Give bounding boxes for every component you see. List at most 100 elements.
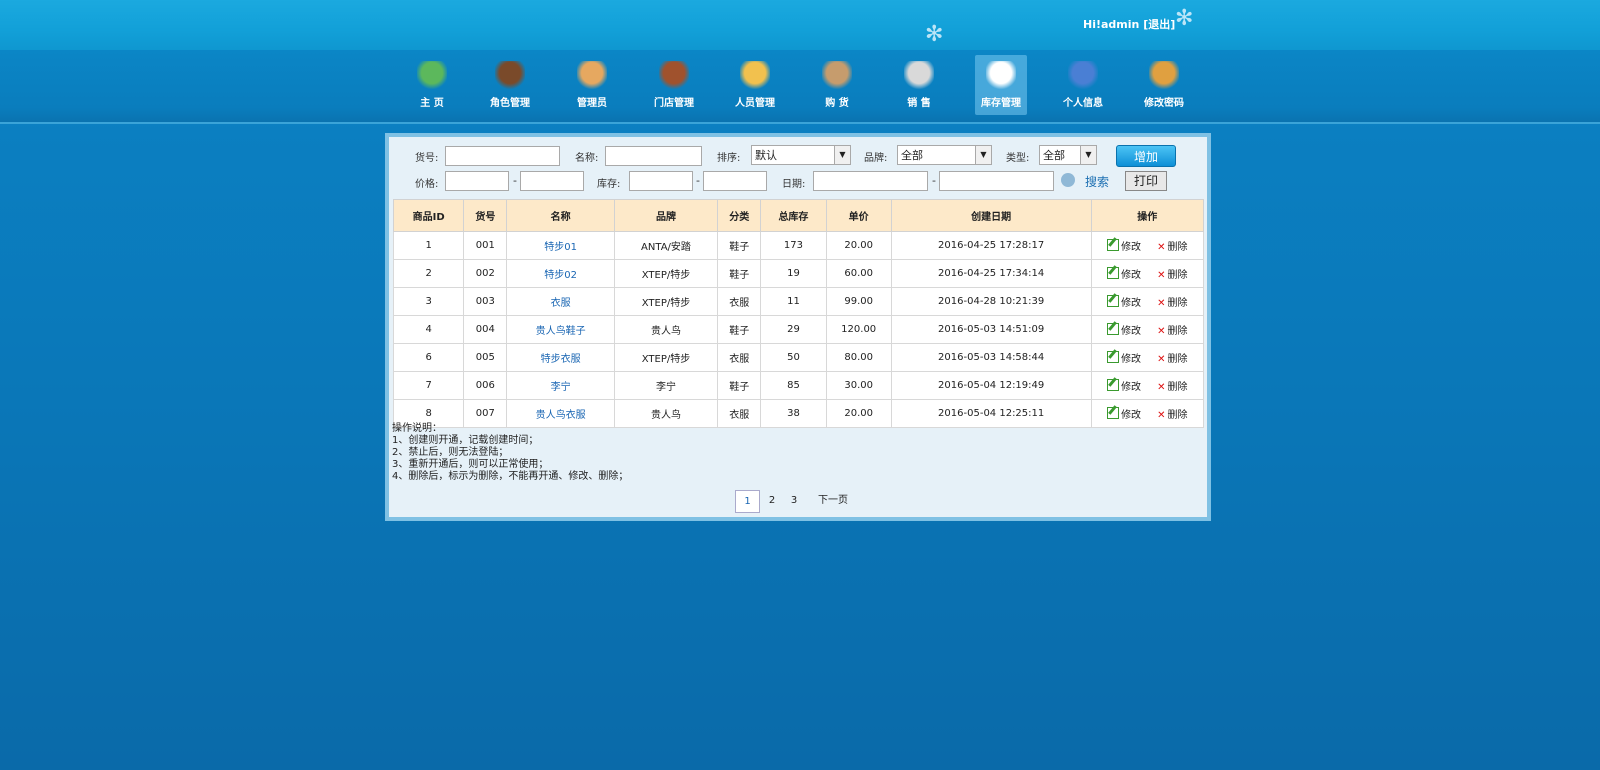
price-min-input[interactable] [445, 171, 509, 191]
sort-select[interactable]: 默认 ▼ [751, 145, 851, 165]
logout-link[interactable]: [退出] [1143, 18, 1175, 31]
edit-button[interactable]: 修改 [1107, 378, 1141, 393]
next-page-link[interactable]: 下一页 [813, 490, 853, 511]
nav-item-3[interactable]: 门店管理 [648, 55, 700, 115]
cell-brand: XTEP/特步 [613, 287, 719, 316]
product-name-link[interactable]: 特步02 [506, 259, 615, 288]
range-dash: - [932, 174, 936, 187]
name-input[interactable] [605, 146, 702, 166]
cell-stock: 173 [760, 231, 827, 260]
delete-button[interactable]: ✕ 删除 [1157, 406, 1187, 421]
brand-select[interactable]: 全部 ▼ [897, 145, 992, 165]
search-button[interactable]: 搜索 [1059, 171, 1115, 191]
page-3-link[interactable]: 3 [787, 490, 801, 511]
delete-x-icon: ✕ [1157, 298, 1166, 309]
table-row: 6 005 特步衣服 XTEP/特步 衣服 50 80.00 2016-05-03 14:58… [392, 343, 1205, 372]
nav-item-label: 门店管理 [654, 98, 694, 109]
dandelion-decoration-icon: ✻ [1175, 6, 1194, 31]
table-row: 7 006 李宁 李宁 鞋子 85 30.00 2016-05-04 12:19:49 修改 ✕ 删… [392, 371, 1205, 400]
print-button[interactable]: 打印 [1125, 171, 1167, 191]
table-row: 3 003 衣服 XTEP/特步 衣服 11 99.00 2016-04-28 10:21:3… [392, 287, 1205, 316]
cell-category: 衣服 [717, 287, 762, 316]
edit-button[interactable]: 修改 [1107, 406, 1141, 421]
pagination: 1 2 3 下一页 [735, 490, 895, 513]
edit-label: 修改 [1121, 382, 1142, 393]
cell-created: 2016-05-04 12:25:11 [890, 399, 1092, 428]
nav-item-6[interactable]: 销 售 [893, 55, 945, 115]
search-icon [1061, 173, 1075, 187]
edit-button[interactable]: 修改 [1107, 238, 1141, 253]
sku-input[interactable] [445, 146, 560, 166]
dandelion-decoration-icon: ✻ [925, 22, 944, 47]
product-name-link[interactable]: 特步衣服 [506, 343, 615, 372]
cell-actions: 修改 ✕ 删除 [1090, 371, 1205, 400]
edit-label: 修改 [1121, 326, 1142, 337]
edit-label: 修改 [1121, 270, 1142, 281]
delete-button[interactable]: ✕ 删除 [1157, 238, 1187, 253]
nav-item-1[interactable]: 角色管理 [484, 55, 536, 115]
cell-id: 1 [392, 231, 465, 260]
delete-button[interactable]: ✕ 删除 [1157, 294, 1187, 309]
add-button[interactable]: 增加 [1116, 145, 1176, 167]
nav-item-8[interactable]: 个人信息 [1057, 55, 1109, 115]
nav-item-0[interactable]: 主 页 [406, 55, 458, 115]
change-password-lock-icon [1149, 61, 1179, 91]
date-end-input[interactable] [939, 171, 1054, 191]
delete-button[interactable]: ✕ 删除 [1157, 266, 1187, 281]
main-nav: 主 页 角色管理 管理员 门店管理 人员管理 购 货 销 售 库存管理 个人信息 修改密码 [0, 50, 1600, 124]
edit-button[interactable]: 修改 [1107, 294, 1141, 309]
delete-button[interactable]: ✕ 删除 [1157, 378, 1187, 393]
edit-button[interactable]: 修改 [1107, 350, 1141, 365]
page-1-link[interactable]: 1 [735, 490, 760, 513]
product-name-link[interactable]: 衣服 [506, 287, 615, 316]
nav-item-label: 角色管理 [490, 98, 530, 109]
nav-item-label: 人员管理 [735, 98, 775, 109]
edit-icon [1107, 351, 1120, 363]
edit-label: 修改 [1121, 242, 1142, 253]
cell-price: 20.00 [825, 231, 892, 260]
home-icon [417, 61, 447, 91]
stock-max-input[interactable] [703, 171, 767, 191]
cell-category: 鞋子 [717, 371, 762, 400]
edit-button[interactable]: 修改 [1107, 322, 1141, 337]
column-header: 操作 [1090, 199, 1205, 232]
cell-brand: XTEP/特步 [613, 259, 719, 288]
cell-id: 4 [392, 315, 465, 344]
edit-button[interactable]: 修改 [1107, 266, 1141, 281]
cell-stock: 11 [760, 287, 827, 316]
page-2-link[interactable]: 2 [765, 490, 779, 511]
cell-price: 60.00 [825, 259, 892, 288]
product-name-link[interactable]: 特步01 [506, 231, 615, 260]
column-header: 商品ID [392, 199, 465, 232]
price-max-input[interactable] [520, 171, 584, 191]
nav-item-4[interactable]: 人员管理 [729, 55, 781, 115]
table-row: 2 002 特步02 XTEP/特步 鞋子 19 60.00 2016-04-25 17:34… [392, 259, 1205, 288]
nav-item-7[interactable]: 库存管理 [975, 55, 1027, 115]
username-label: Hi!admin [1083, 18, 1140, 31]
note-line: 1、创建则开通，记载创建时间； [392, 435, 539, 446]
date-label: 日期: [782, 179, 806, 190]
delete-button[interactable]: ✕ 删除 [1157, 350, 1187, 365]
user-greeting: Hi!admin [退出] [1083, 16, 1175, 32]
cell-actions: 修改 ✕ 删除 [1090, 287, 1205, 316]
cell-id: 2 [392, 259, 465, 288]
table-row: 1 001 特步01 ANTA/安踏 鞋子 173 20.00 2016-04-25 17:2… [392, 231, 1205, 260]
nav-item-5[interactable]: 购 货 [811, 55, 863, 115]
inventory-table: 商品ID 货号 名称 品牌 分类 总库存 单价 创建日期 操作 1 001 特步01 ANTA/安踏鞋… [392, 199, 1205, 428]
note-line: 4、删除后，标示为删除，不能再开通、修改、删除； [392, 471, 629, 482]
stock-min-input[interactable] [629, 171, 693, 191]
date-start-input[interactable] [813, 171, 928, 191]
cell-stock: 29 [760, 315, 827, 344]
nav-item-9[interactable]: 修改密码 [1138, 55, 1190, 115]
type-select[interactable]: 全部 ▼ [1039, 145, 1097, 165]
delete-label: 删除 [1167, 298, 1188, 309]
nav-item-2[interactable]: 管理员 [566, 55, 618, 115]
product-name-link[interactable]: 贵人鸟鞋子 [506, 315, 615, 344]
delete-button[interactable]: ✕ 删除 [1157, 322, 1187, 337]
cell-sku: 001 [463, 231, 508, 260]
nav-item-label: 主 页 [420, 98, 444, 109]
cell-created: 2016-04-25 17:28:17 [890, 231, 1092, 260]
product-name-link[interactable]: 李宁 [506, 371, 615, 400]
cell-created: 2016-04-28 10:21:39 [890, 287, 1092, 316]
cell-brand: XTEP/特步 [613, 343, 719, 372]
